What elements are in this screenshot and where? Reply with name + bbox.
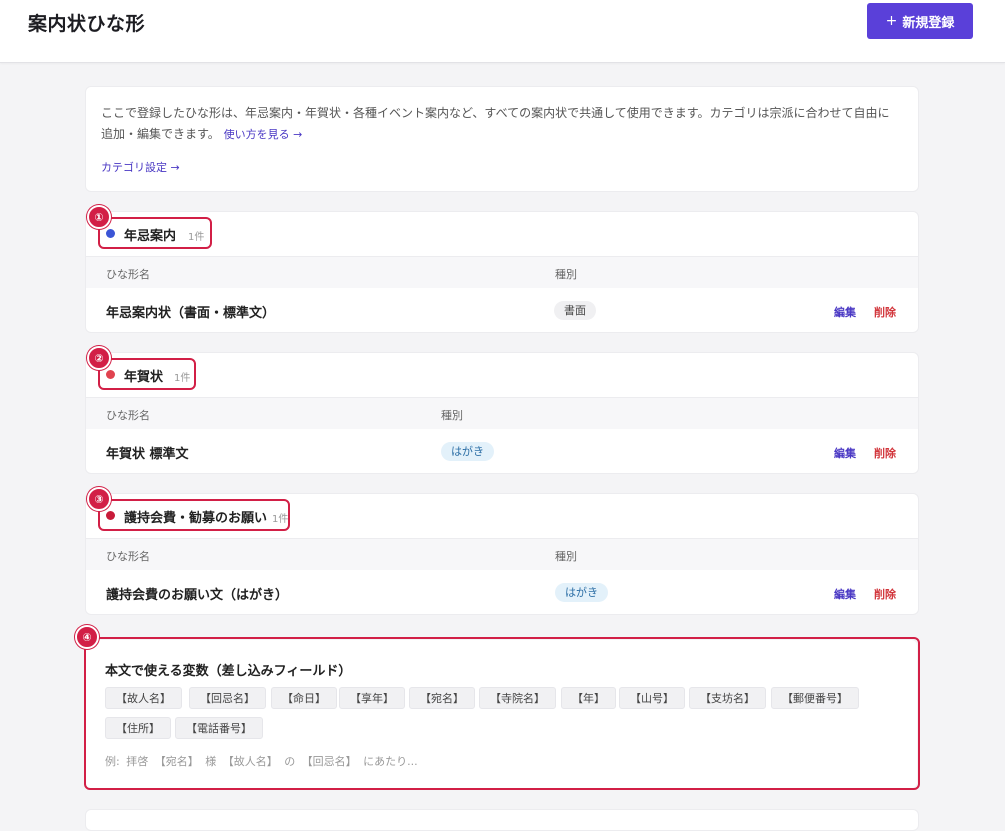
howto-link[interactable]: 使い方を見る →	[224, 128, 303, 141]
table-header: ひな形名 種別	[86, 398, 918, 429]
column-type-header: 種別	[441, 409, 463, 422]
template-name: 年賀状 標準文	[106, 447, 189, 462]
column-type-header: 種別	[555, 268, 577, 281]
type-badge: 書面	[554, 301, 596, 320]
highlight-box-4	[84, 637, 920, 790]
template-name: 年忌案内状（書面・標準文）	[106, 306, 276, 321]
column-name-header: ひな形名	[106, 409, 150, 422]
new-template-label: 新規登録	[902, 15, 955, 31]
delete-button[interactable]: 削除	[874, 445, 896, 461]
new-template-button[interactable]: + 新規登録	[867, 3, 973, 39]
column-type-header: 種別	[555, 550, 577, 563]
top-bar: 案内状ひな形 + 新規登録	[0, 0, 1005, 63]
next-card	[85, 809, 919, 831]
highlight-box-1	[98, 217, 212, 249]
column-name-header: ひな形名	[106, 268, 150, 281]
template-name: 護持会費のお願い文（はがき）	[106, 588, 289, 603]
edit-button[interactable]: 編集	[834, 586, 856, 602]
info-text: ここで登録したひな形は、年忌案内・年賀状・各種イベント案内など、すべての案内状で…	[101, 103, 901, 145]
category-settings-link[interactable]: カテゴリ設定 →	[101, 159, 180, 175]
category-header: 年賀状 1件	[86, 353, 918, 398]
type-badge: はがき	[441, 442, 494, 461]
marker-2: ②	[87, 346, 111, 370]
delete-button[interactable]: 削除	[874, 304, 896, 320]
column-name-header: ひな形名	[106, 550, 150, 563]
highlight-box-2	[98, 358, 196, 390]
marker-4: ④	[75, 625, 99, 649]
edit-button[interactable]: 編集	[834, 445, 856, 461]
category-card-nengajo: 年賀状 1件 ひな形名 種別 年賀状 標準文 はがき 編集 削除	[85, 352, 919, 474]
table-header: ひな形名 種別	[86, 257, 918, 288]
type-badge: はがき	[555, 583, 608, 602]
delete-button[interactable]: 削除	[874, 586, 896, 602]
marker-3: ③	[87, 487, 111, 511]
marker-1: ①	[87, 205, 111, 229]
info-card: ここで登録したひな形は、年忌案内・年賀状・各種イベント案内など、すべての案内状で…	[85, 86, 919, 192]
highlight-box-3	[98, 499, 290, 531]
edit-button[interactable]: 編集	[834, 304, 856, 320]
table-header: ひな形名 種別	[86, 539, 918, 570]
plus-icon: +	[885, 13, 898, 29]
page-title: 案内状ひな形	[28, 13, 146, 35]
info-description: ここで登録したひな形は、年忌案内・年賀状・各種イベント案内など、すべての案内状で…	[101, 106, 890, 141]
